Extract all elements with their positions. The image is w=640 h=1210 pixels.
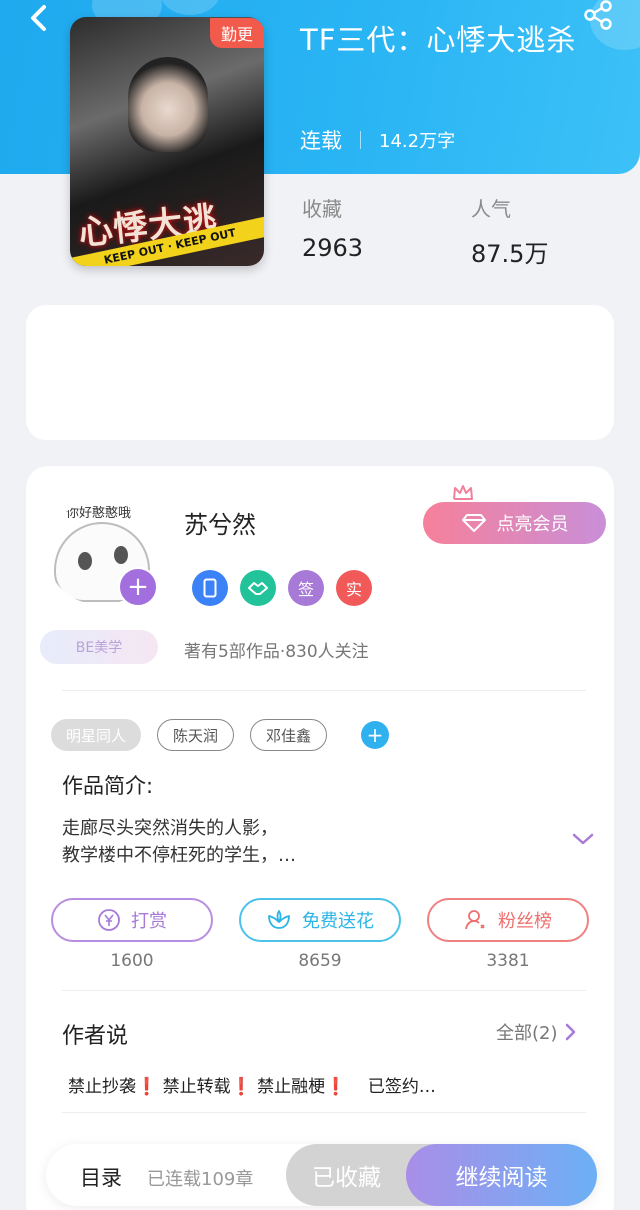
fans-ranking-button[interactable]: 粉丝榜 <box>427 898 589 942</box>
chevron-left-icon <box>31 5 46 31</box>
stat-value: 87.5万 <box>471 240 549 268</box>
stat-value: 2963 <box>302 234 364 262</box>
verified-icon[interactable]: 实 <box>336 570 372 606</box>
crown-icon <box>453 485 473 500</box>
send-flower-button[interactable]: 免费送花 <box>239 898 401 942</box>
tag-chip[interactable]: 明星同人 <box>51 719 142 751</box>
back-button[interactable] <box>22 4 54 32</box>
blank-card <box>26 305 614 440</box>
stat-label: 收藏 <box>302 197 342 221</box>
author-says-title: 作者说 <box>62 1024 129 1049</box>
decor-bubble <box>160 0 220 15</box>
tip-button[interactable]: 打赏 <box>51 898 213 942</box>
word-count: 14.2万字 <box>379 131 456 152</box>
book-status-row: 连载 14.2万字 <box>300 125 455 155</box>
chapter-count: 已连载109章 <box>147 1169 254 1190</box>
update-badge: 勤更 <box>210 18 264 48</box>
book-title: TF三代：心悸大逃杀 <box>300 23 577 57</box>
vip-button[interactable]: 点亮会员 <box>423 502 606 544</box>
intro-line: 走廊尽头突然消失的人影， <box>62 818 278 839</box>
phone-icon[interactable] <box>192 570 228 606</box>
serial-status: 连载 <box>300 129 342 153</box>
yen-icon <box>98 909 120 931</box>
intro-title: 作品简介: <box>62 774 154 798</box>
stat-label: 人气 <box>471 197 511 221</box>
flower-count: 8659 <box>298 951 342 971</box>
tip-count: 1600 <box>110 951 154 971</box>
tag-chip[interactable]: 陈天润 <box>157 719 235 751</box>
fans-ranking-label: 粉丝榜 <box>498 911 552 932</box>
divider <box>62 990 586 991</box>
sign-icon[interactable]: 签 <box>288 570 324 606</box>
intro-line: 教学楼中不停枉死的学生，… <box>62 845 296 866</box>
author-badges: 签 实 <box>192 570 372 606</box>
book-cover[interactable]: 心悸大逃 KEEP OUT · KEEP OUT <box>70 17 264 266</box>
divider <box>62 690 586 691</box>
chevron-right-icon <box>565 1023 575 1041</box>
tag-chip[interactable]: 邓佳鑫 <box>250 719 328 751</box>
handshake-icon[interactable] <box>240 570 276 606</box>
diamond-icon <box>461 514 486 532</box>
send-flower-label: 免费送花 <box>302 911 374 932</box>
divider <box>360 131 361 149</box>
flower-icon <box>268 910 290 929</box>
author-tag: BE美学 <box>40 630 158 664</box>
author-says-all-link[interactable]: 全部(2) <box>496 1019 576 1045</box>
expand-chevron-icon[interactable] <box>572 832 594 846</box>
divider <box>62 1112 586 1113</box>
avatar-caption: 你好憨憨哦 <box>66 506 132 521</box>
catalog-button[interactable]: 目录 <box>80 1162 122 1192</box>
tip-label: 打赏 <box>131 911 167 932</box>
follow-author-button[interactable]: + <box>118 567 158 607</box>
author-says-text[interactable]: 禁止抄袭❗ 禁止转载❗ 禁止融梗❗ 已签约… <box>68 1072 436 1097</box>
continue-reading-button[interactable]: 继续阅读 <box>406 1144 597 1206</box>
cover-figure <box>128 57 208 152</box>
all-label: 全部(2) <box>496 1023 558 1044</box>
add-tag-button[interactable]: + <box>361 721 390 749</box>
vip-button-label: 点亮会员 <box>496 514 569 535</box>
avatar-eye <box>114 546 128 564</box>
intro-text[interactable]: 走廊尽头突然消失的人影， 教学楼中不停枉死的学生，… <box>62 815 522 869</box>
stat-popularity: 人气 87.5万 <box>471 193 548 269</box>
avatar-eye <box>78 552 92 570</box>
author-stats: 著有5部作品·830人关注 <box>184 642 369 662</box>
stat-favorites: 收藏 2963 <box>302 193 363 262</box>
fans-count: 3381 <box>486 951 530 971</box>
tag-list: 明星同人 陈天润 邓佳鑫 + <box>51 719 390 751</box>
author-name[interactable]: 苏兮然 <box>184 505 256 540</box>
fans-icon <box>465 910 485 930</box>
